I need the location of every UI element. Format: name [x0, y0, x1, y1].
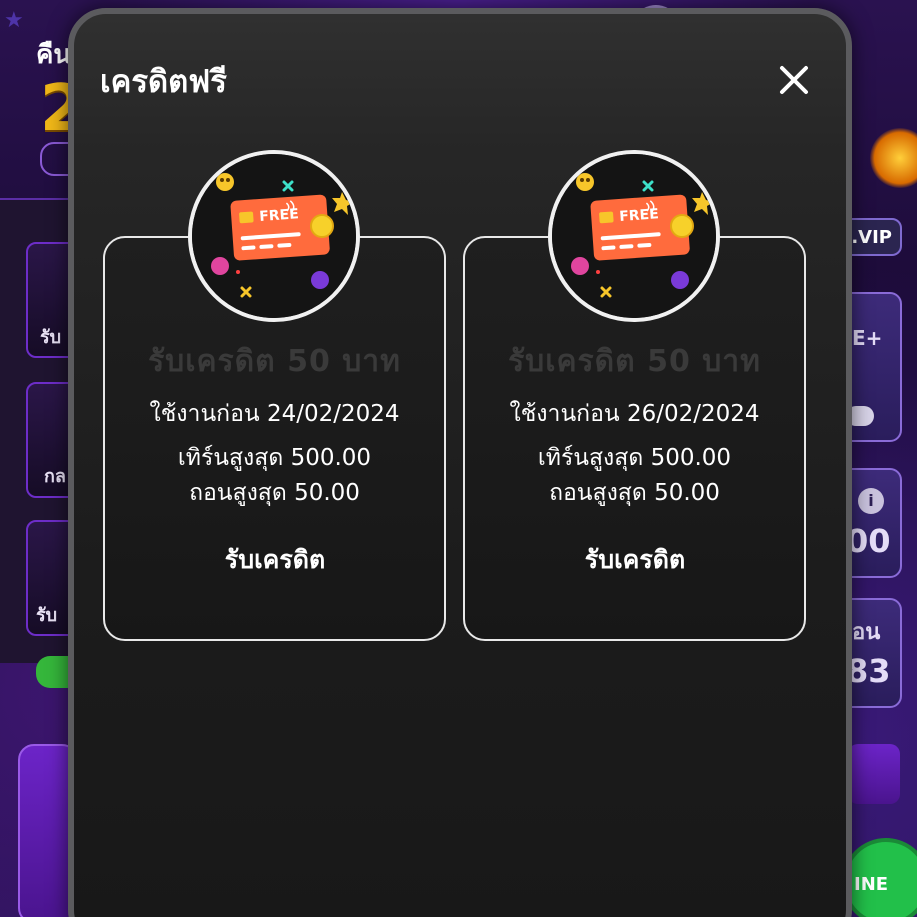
- bg-tile-label: กล: [44, 466, 66, 487]
- star-icon: ★: [4, 8, 24, 33]
- bg-tile-label: รับ: [40, 327, 62, 348]
- credit-max-withdraw: ถอนสูงสุด 50.00: [189, 480, 360, 506]
- credit-expiry: ใช้งานก่อน 26/02/2024: [509, 401, 760, 427]
- credit-max-turnover: เทิร์นสูงสุด 500.00: [537, 445, 732, 471]
- credit-card-2: FREE รับเครดิต 50 บาท ใช้งานก่อน 26/02/2…: [463, 150, 806, 641]
- free-credit-modal: เครดิตฟรี FREE รับเครดิต 50 บาท ใช้งานก่…: [68, 8, 852, 917]
- bg-tile-label: รับ: [36, 605, 58, 626]
- bg-right-value: 83: [846, 652, 891, 690]
- credit-max-withdraw: ถอนสูงสุด 50.00: [549, 480, 720, 506]
- bg-bottom-tile[interactable]: [848, 744, 900, 804]
- modal-title: เครดิตฟรี: [100, 64, 227, 100]
- free-credit-card-icon: FREE: [188, 150, 360, 322]
- info-icon[interactable]: i: [858, 488, 884, 514]
- bg-right-label: E+: [852, 326, 883, 350]
- close-button[interactable]: [770, 56, 818, 104]
- bg-wheel-icon: [870, 128, 917, 188]
- credit-expiry: ใช้งานก่อน 24/02/2024: [149, 401, 400, 427]
- credit-amount: รับเครดิต 50 บาท: [148, 344, 401, 379]
- claim-credit-button[interactable]: รับเครดิต: [535, 538, 735, 582]
- bg-top-label: คืน: [36, 40, 72, 70]
- claim-credit-button[interactable]: รับเครดิต: [175, 538, 375, 582]
- free-credit-card-icon: FREE: [548, 150, 720, 322]
- close-icon: [780, 66, 808, 94]
- line-chat-button[interactable]: INE: [842, 838, 917, 917]
- bg-right-value: 00: [846, 522, 891, 560]
- credit-amount: รับเครดิต 50 บาท: [508, 344, 761, 379]
- credit-card-1: FREE รับเครดิต 50 บาท ใช้งานก่อน 24/02/2…: [103, 150, 446, 641]
- credit-max-turnover: เทิร์นสูงสุด 500.00: [177, 445, 372, 471]
- bg-right-label: อน: [852, 620, 881, 645]
